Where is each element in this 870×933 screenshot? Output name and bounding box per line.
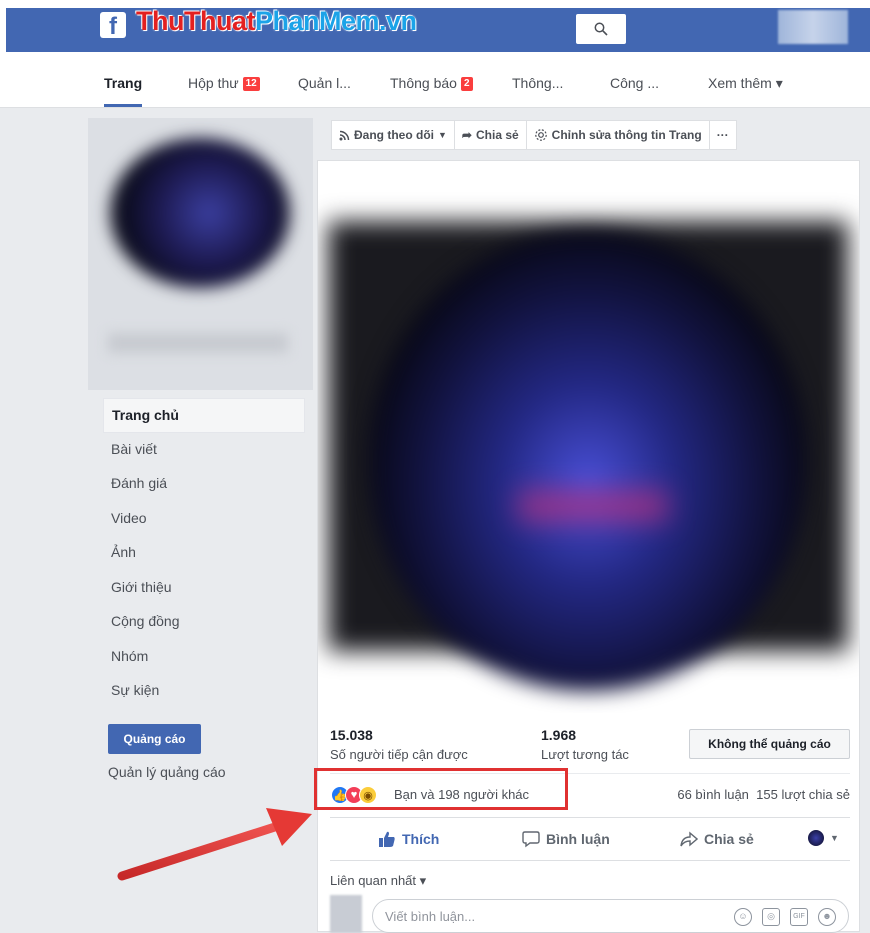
reach-label: Số người tiếp cận được: [330, 747, 468, 762]
sidebar-item-posts[interactable]: Bài viết: [103, 433, 305, 468]
caret-down-icon: ▼: [830, 833, 839, 843]
like-label: Thích: [402, 831, 440, 847]
sidebar-item-about[interactable]: Giới thiệu: [103, 571, 305, 606]
comment-icon: [522, 831, 540, 848]
emoji-icon[interactable]: ☺: [734, 908, 752, 926]
inbox-badge: 12: [242, 77, 260, 91]
sidebar-item-reviews[interactable]: Đánh giá: [103, 467, 305, 502]
notifications-badge: 2: [460, 77, 473, 91]
edit-page-info-button[interactable]: Chỉnh sửa thông tin Trang: [527, 121, 710, 149]
tab-manage[interactable]: Quản l...: [298, 60, 351, 107]
tab-tools[interactable]: Công ...: [610, 60, 659, 107]
sidebar-item-groups[interactable]: Nhóm: [103, 640, 305, 675]
share-page-label: Chia sẻ: [475, 128, 519, 142]
comment-sort-dropdown[interactable]: Liên quan nhất ▾: [330, 873, 426, 889]
tab-page[interactable]: Trang: [104, 60, 143, 107]
facebook-logo[interactable]: f: [100, 12, 126, 38]
promote-button[interactable]: Quảng cáo: [108, 724, 201, 754]
tab-inbox[interactable]: Hộp thư 12: [188, 60, 260, 107]
following-label: Đang theo dõi: [354, 128, 434, 142]
watermark-part3: .vn: [379, 6, 417, 36]
share-label: Chia sẻ: [704, 831, 754, 847]
tab-tools-label: Công ...: [610, 75, 660, 91]
search-icon: [594, 22, 608, 36]
tab-notifications[interactable]: Thông báo 2: [390, 60, 473, 107]
engagement-value: 1.968: [541, 727, 577, 743]
camera-icon[interactable]: ◎: [762, 908, 780, 926]
post-image[interactable]: [318, 161, 859, 713]
profile-avatar[interactable]: [778, 10, 848, 44]
rss-icon: [339, 130, 350, 140]
sidebar-nav: Trang chủ Bài viết Đánh giá Video Ảnh Gi…: [103, 398, 305, 709]
commenter-avatar: [330, 895, 362, 933]
gif-icon[interactable]: GIF: [790, 908, 808, 926]
sidebar-item-events[interactable]: Sự kiện: [103, 674, 305, 709]
post-card: 15.038 Số người tiếp cận được 1.968 Lượt…: [317, 160, 860, 933]
manage-ads-link[interactable]: Quản lý quảng cáo: [108, 764, 226, 780]
page-nav: Trang Hộp thư 12 Quản l... Thông báo 2 Thô…: [0, 60, 870, 108]
share-count[interactable]: 155 lượt chia sẻ: [756, 787, 850, 802]
following-button[interactable]: Đang theo dõi ▼: [332, 121, 455, 149]
search-button[interactable]: [576, 14, 626, 44]
like-button[interactable]: Thích: [378, 830, 439, 848]
tab-page-label: Trang: [104, 75, 143, 91]
tab-more-label: Xem thêm ▾: [708, 75, 783, 91]
sidebar-item-photos[interactable]: Ảnh: [103, 536, 305, 571]
tab-insights-label: Thông...: [512, 75, 564, 91]
sidebar-item-community[interactable]: Cộng đồng: [103, 605, 305, 640]
watermark: ThuThuatPhanMem.vn: [136, 4, 417, 38]
tab-manage-label: Quản l...: [298, 75, 351, 91]
watermark-part1: ThuThuat: [136, 6, 255, 36]
page-profile-photo[interactable]: [88, 118, 313, 390]
comment-share-counts: 66 bình luận 155 lượt chia sẻ: [677, 787, 850, 802]
top-bar: f ThuThuatPhanMem.vn: [0, 0, 870, 60]
reaction-highlight-box: [314, 768, 568, 810]
edit-page-info-label: Chỉnh sửa thông tin Trang: [551, 128, 702, 142]
share-page-button[interactable]: ➦ Chia sẻ: [455, 121, 527, 149]
sidebar-item-home[interactable]: Trang chủ: [103, 398, 305, 433]
comment-tools: ☺ ◎ GIF ☻: [734, 908, 836, 926]
sticker-icon[interactable]: ☻: [818, 908, 836, 926]
comment-button[interactable]: Bình luận: [522, 830, 610, 848]
tab-insights[interactable]: Thông...: [512, 60, 563, 107]
tab-more[interactable]: Xem thêm ▾: [708, 60, 783, 107]
sidebar-item-video[interactable]: Video: [103, 502, 305, 537]
share-button[interactable]: Chia sẻ: [680, 830, 754, 848]
cannot-boost-button[interactable]: Không thể quảng cáo: [689, 729, 850, 759]
comment-placeholder: Viết bình luận...: [385, 909, 476, 924]
page-avatar-icon: [808, 830, 824, 846]
tab-notifications-label: Thông báo: [390, 75, 457, 91]
share-arrow-icon: ➦: [461, 128, 472, 142]
comment-count[interactable]: 66 bình luận: [677, 787, 749, 802]
comment-label: Bình luận: [546, 831, 610, 847]
post-action-buttons: Thích Bình luận Chia sẻ ▼: [330, 817, 850, 861]
post-as-selector[interactable]: ▼: [808, 830, 839, 846]
tab-inbox-label: Hộp thư: [188, 75, 239, 91]
caret-down-icon: ▼: [438, 130, 447, 140]
share-icon: [680, 831, 698, 847]
engagement-label: Lượt tương tác: [541, 747, 629, 762]
reach-value: 15.038: [330, 727, 373, 743]
page-action-bar: Đang theo dõi ▼ ➦ Chia sẻ Chỉnh sửa thôn…: [331, 120, 737, 150]
gear-icon: [534, 129, 547, 141]
more-options-button[interactable]: ···: [710, 121, 736, 149]
thumbs-up-icon: [379, 831, 395, 847]
comment-input[interactable]: Viết bình luận... ☺ ◎ GIF ☻: [372, 899, 849, 933]
watermark-part2: PhanMem: [254, 6, 380, 36]
